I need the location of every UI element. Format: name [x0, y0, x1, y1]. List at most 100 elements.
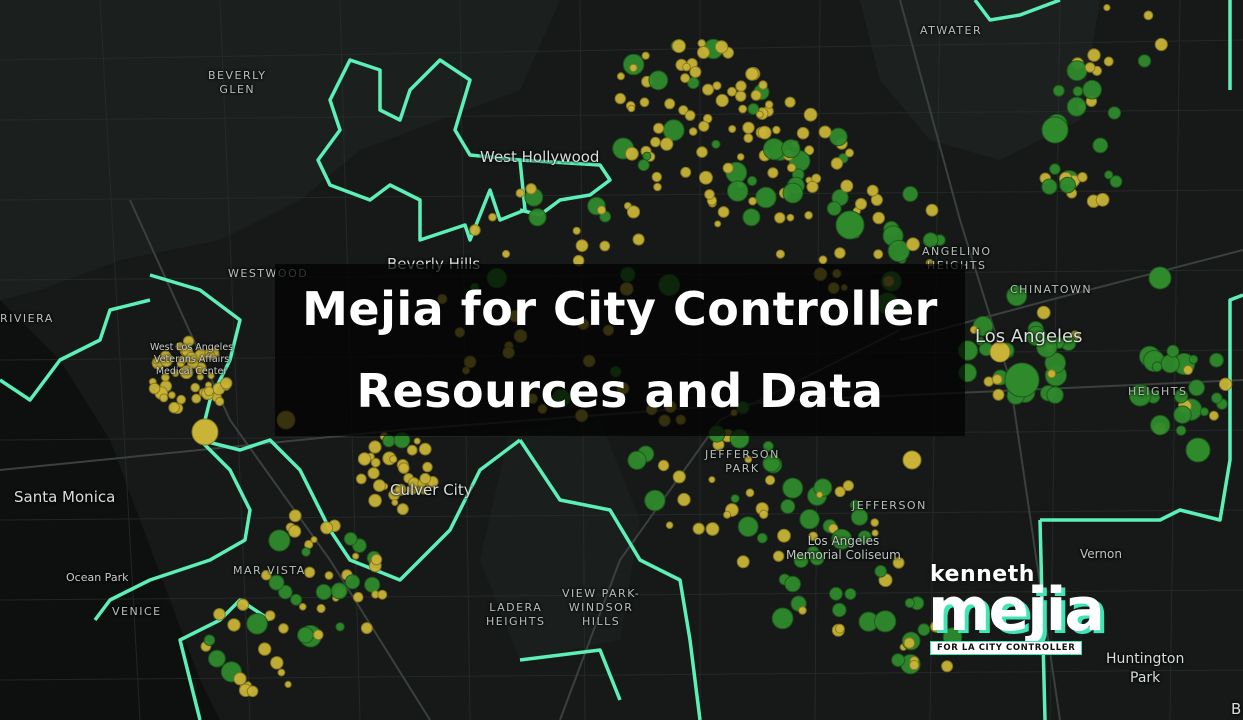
map-point-yellow[interactable] [702, 83, 714, 96]
map-point-green[interactable] [330, 582, 348, 600]
map-point-yellow[interactable] [650, 136, 661, 148]
map-point-green[interactable] [343, 532, 358, 546]
map-point-yellow[interactable] [803, 107, 818, 122]
map-point-yellow[interactable] [515, 188, 525, 198]
map-point-yellow[interactable] [906, 237, 920, 252]
map-point-green[interactable] [268, 529, 291, 552]
map-point-yellow[interactable] [728, 125, 737, 133]
map-point-yellow[interactable] [288, 509, 302, 523]
map-point-yellow[interactable] [324, 571, 334, 580]
map-point-yellow[interactable] [657, 459, 670, 472]
map-point-yellow[interactable] [714, 40, 729, 54]
map-point-yellow[interactable] [835, 623, 845, 634]
map-point-yellow[interactable] [759, 509, 769, 519]
map-point-yellow[interactable] [804, 211, 813, 220]
map-point-yellow[interactable] [653, 122, 665, 134]
map-point-yellow[interactable] [159, 393, 169, 403]
map-point-yellow[interactable] [722, 162, 734, 174]
map-point-green[interactable] [755, 186, 777, 209]
map-point-green[interactable] [637, 159, 650, 172]
map-point-yellow[interactable] [299, 603, 307, 611]
map-point-yellow[interactable] [772, 125, 781, 135]
map-point-yellow[interactable] [413, 437, 421, 445]
map-point-yellow[interactable] [786, 213, 795, 222]
map-point-yellow[interactable] [712, 81, 722, 91]
map-point-yellow[interactable] [651, 171, 662, 183]
map-point-green[interactable] [780, 499, 796, 514]
map-point-yellow[interactable] [796, 126, 810, 140]
map-point-yellow[interactable] [270, 656, 284, 670]
map-point-yellow[interactable] [745, 488, 755, 498]
map-point-yellow[interactable] [723, 510, 732, 519]
map-point-yellow[interactable] [902, 450, 922, 470]
map-point-yellow[interactable] [665, 521, 674, 530]
map-point-yellow[interactable] [284, 680, 292, 689]
map-point-yellow[interactable] [398, 462, 410, 474]
map-point-green[interactable] [1175, 425, 1187, 436]
map-point-yellow[interactable] [834, 486, 846, 498]
map-point-green[interactable] [528, 208, 547, 227]
map-point-yellow[interactable] [614, 92, 626, 105]
map-point-yellow[interactable] [641, 51, 650, 60]
map-point-green[interactable] [771, 607, 794, 630]
map-point-yellow[interactable] [870, 518, 880, 527]
map-point-yellow[interactable] [352, 552, 360, 560]
map-point-yellow[interactable] [854, 197, 868, 211]
map-point-green[interactable] [832, 602, 847, 618]
map-point-yellow[interactable] [765, 475, 776, 486]
map-point-yellow[interactable] [745, 67, 759, 81]
map-point-yellow[interactable] [941, 660, 954, 673]
map-point-yellow[interactable] [660, 137, 674, 151]
map-point-green[interactable] [799, 509, 820, 530]
map-point-green[interactable] [382, 434, 396, 448]
map-point-green[interactable] [829, 586, 843, 601]
map-point-green[interactable] [829, 127, 848, 147]
map-point-green[interactable] [1072, 86, 1084, 97]
map-point-yellow[interactable] [1084, 62, 1096, 73]
map-point-green[interactable] [627, 450, 647, 470]
map-point-yellow[interactable] [320, 521, 334, 535]
map-point-green[interactable] [1046, 386, 1064, 404]
map-point-green[interactable] [1199, 407, 1210, 417]
map-point-yellow[interactable] [1095, 192, 1110, 207]
map-point-green[interactable] [1066, 60, 1088, 82]
map-point-green[interactable] [364, 576, 381, 593]
map-point-green[interactable] [1092, 137, 1109, 154]
map-point-green[interactable] [1166, 344, 1180, 358]
map-point-green[interactable] [1041, 116, 1069, 144]
map-point-green[interactable] [642, 151, 652, 161]
map-point-yellow[interactable] [352, 591, 364, 603]
map-point-yellow[interactable] [220, 377, 233, 390]
map-point-yellow[interactable] [866, 184, 879, 197]
map-point-yellow[interactable] [168, 401, 180, 414]
map-point-yellow[interactable] [1143, 10, 1154, 21]
map-point-yellow[interactable] [355, 473, 367, 485]
map-point-green[interactable] [844, 588, 857, 600]
map-point-yellow[interactable] [191, 393, 202, 404]
map-canvas[interactable]: BEVERLY GLEN ATWATER West Hollywood WEST… [0, 0, 1243, 720]
map-point-yellow[interactable] [697, 46, 710, 59]
map-point-yellow[interactable] [639, 97, 650, 108]
map-point-yellow[interactable] [191, 418, 219, 446]
map-point-green[interactable] [835, 210, 865, 240]
map-point-yellow[interactable] [575, 239, 589, 253]
map-point-yellow[interactable] [418, 442, 432, 456]
map-point-green[interactable] [1104, 170, 1114, 180]
map-point-green[interactable] [1041, 178, 1058, 195]
map-point-green[interactable] [1160, 354, 1180, 374]
map-point-yellow[interactable] [1087, 48, 1101, 62]
map-point-yellow[interactable] [213, 608, 226, 621]
map-point-green[interactable] [1082, 79, 1102, 100]
map-point-green[interactable] [315, 583, 332, 601]
map-point-green[interactable] [344, 574, 361, 590]
map-point-yellow[interactable] [215, 396, 225, 407]
map-point-yellow[interactable] [755, 110, 764, 119]
map-point-green[interactable] [874, 610, 897, 633]
map-point-yellow[interactable] [909, 659, 920, 671]
map-point-yellow[interactable] [1208, 410, 1219, 421]
map-point-yellow[interactable] [672, 470, 686, 484]
map-point-yellow[interactable] [488, 212, 497, 222]
map-point-green[interactable] [301, 547, 311, 557]
map-point-yellow[interactable] [627, 104, 636, 113]
map-point-green[interactable] [203, 634, 216, 647]
